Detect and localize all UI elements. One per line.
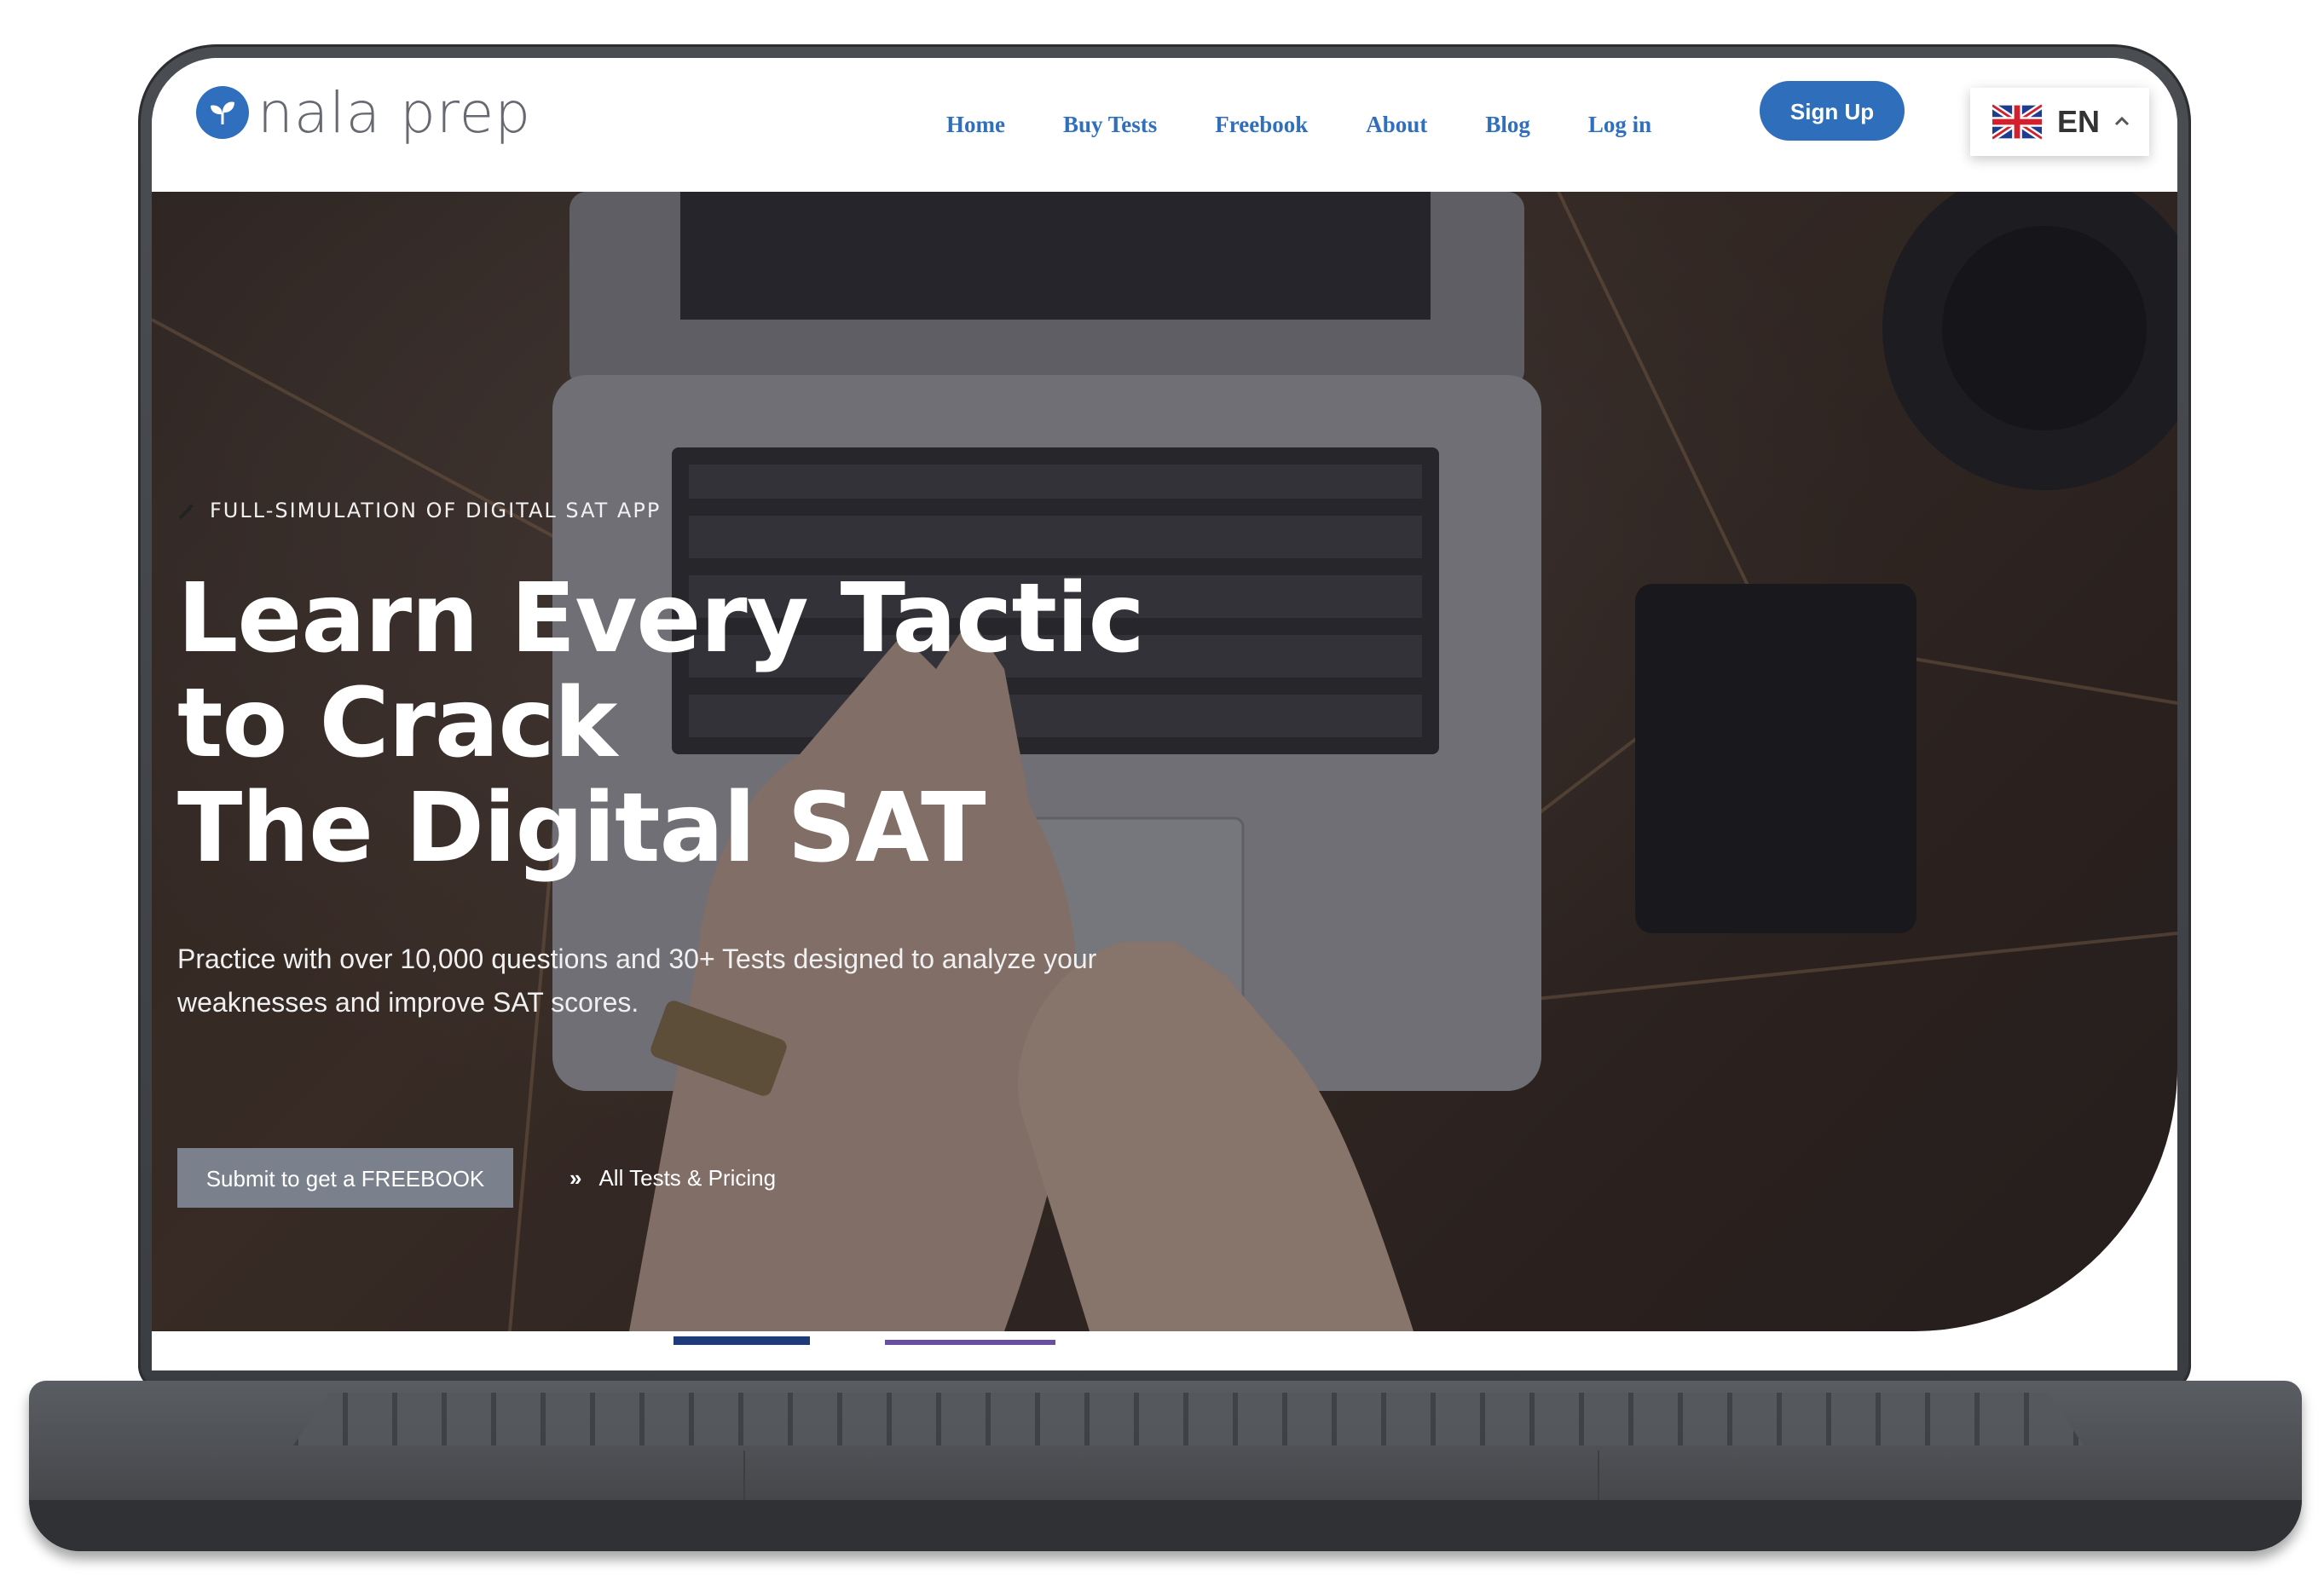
hero-section: FULL-SIMULATION OF DIGITAL SAT APP Learn…: [152, 192, 2177, 1331]
language-code: EN: [2057, 104, 2101, 139]
leaf-logo-icon: [196, 86, 249, 139]
laptop-base-lip: [29, 1500, 2302, 1551]
partner-logos-strip: [152, 1331, 2177, 1370]
headline-line-3: The Digital SAT: [177, 773, 986, 884]
hero-subtext: Practice with over 10,000 questions and …: [177, 943, 1097, 1018]
laptop-base: [29, 1381, 2302, 1551]
magic-wand-icon: [178, 503, 194, 520]
nav-home[interactable]: Home: [917, 99, 1034, 197]
hero-eyebrow: FULL-SIMULATION OF DIGITAL SAT APP: [177, 499, 661, 522]
partner-logo: [673, 1336, 810, 1345]
language-selector[interactable]: EN: [1970, 88, 2149, 156]
headline-line-1: Learn Every Tactic: [177, 563, 1145, 674]
all-tests-pricing-link[interactable]: » All Tests & Pricing: [569, 1148, 776, 1208]
hero-eyebrow-text: FULL-SIMULATION OF DIGITAL SAT APP: [210, 499, 662, 522]
nav-freebook[interactable]: Freebook: [1186, 99, 1337, 150]
nav-login[interactable]: Log in: [1559, 99, 1680, 150]
headline-line-2: to Crack: [177, 668, 617, 779]
laptop-screen: nala prep Home Buy Tests Freebook About …: [152, 58, 2177, 1370]
signup-button[interactable]: Sign Up: [1760, 81, 1905, 141]
double-chevron-right-icon: »: [569, 1164, 582, 1191]
chevron-up-icon: [2114, 116, 2130, 126]
freebook-cta-button[interactable]: Submit to get a FREEBOOK: [177, 1148, 513, 1208]
site-logo[interactable]: nala prep: [196, 78, 531, 147]
nav-blog[interactable]: Blog: [1456, 99, 1559, 150]
uk-flag-icon: [1992, 103, 2042, 141]
logo-text: nala prep: [257, 79, 532, 146]
nav-about[interactable]: About: [1337, 99, 1456, 150]
laptop-keyboard: [293, 1393, 2084, 1445]
pricing-link-label: All Tests & Pricing: [598, 1164, 777, 1191]
main-nav: Home Buy Tests Freebook About Blog Log i…: [917, 99, 1680, 197]
partner-logo: [885, 1340, 1055, 1345]
nav-buy-tests[interactable]: Buy Tests: [1034, 99, 1186, 150]
hero-headline: Learn Every Tactic to Crack The Digital …: [177, 567, 1286, 881]
site-header: nala prep Home Buy Tests Freebook About …: [152, 58, 2177, 197]
